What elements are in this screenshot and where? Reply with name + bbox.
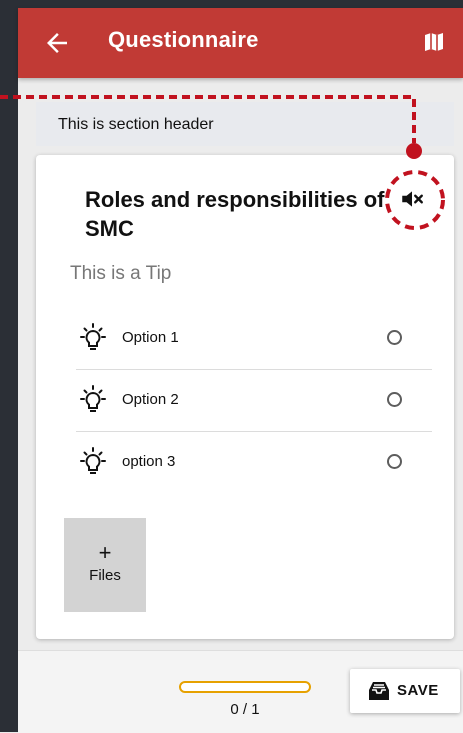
- inbox-tray-icon: [369, 682, 389, 700]
- lightbulb-icon: [80, 447, 106, 474]
- section-header: This is section header: [36, 102, 454, 146]
- lightbulb-icon: [80, 323, 106, 350]
- plus-icon: +: [98, 540, 112, 565]
- option-label: Option 1: [122, 329, 179, 346]
- option-radio[interactable]: [387, 454, 402, 469]
- bottom-bar: 0 / 1 SAVE: [18, 650, 463, 733]
- question-card: Roles and responsibilities of SMC This i…: [36, 155, 454, 639]
- question-tip: This is a Tip: [70, 263, 172, 284]
- map-icon[interactable]: [422, 30, 446, 54]
- option-radio[interactable]: [387, 392, 402, 407]
- files-label: Files: [89, 567, 121, 584]
- device-frame-left: [0, 0, 18, 732]
- option-3[interactable]: option 3: [76, 431, 432, 493]
- volume-mute-icon[interactable]: [399, 186, 425, 212]
- progress-bar: [179, 681, 311, 693]
- app-bar: Questionnaire: [18, 8, 463, 78]
- save-button[interactable]: SAVE: [350, 669, 460, 713]
- add-files-button[interactable]: + Files: [64, 518, 146, 612]
- question-title: Roles and responsibilities of SMC: [85, 187, 385, 241]
- option-radio[interactable]: [387, 330, 402, 345]
- lightbulb-icon: [80, 385, 106, 412]
- page-title: Questionnaire: [108, 27, 259, 52]
- progress-text: 0 / 1: [230, 701, 260, 718]
- option-2[interactable]: Option 2: [76, 369, 432, 431]
- option-1[interactable]: Option 1: [76, 307, 432, 369]
- option-label: Option 2: [122, 391, 179, 408]
- save-label: SAVE: [397, 682, 439, 699]
- device-frame-top: [18, 0, 463, 8]
- section-header-text: This is section header: [58, 116, 214, 133]
- option-label: option 3: [122, 453, 176, 470]
- arrow-left-icon[interactable]: [42, 28, 72, 58]
